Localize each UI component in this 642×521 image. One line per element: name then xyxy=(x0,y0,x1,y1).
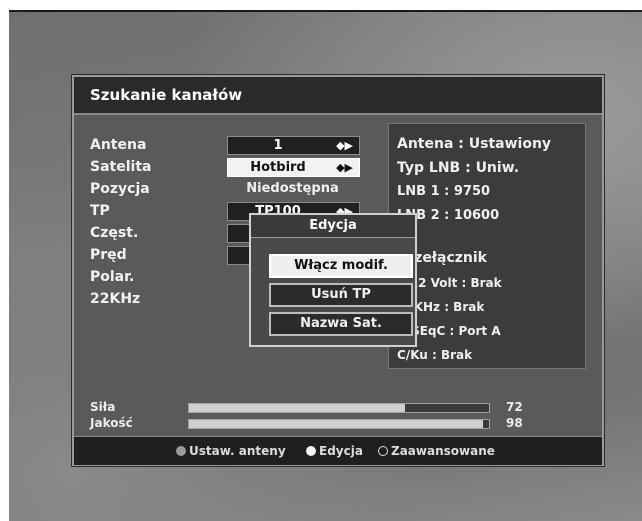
footer-label: Ustaw. anteny xyxy=(189,444,286,458)
label-czest: Częst. xyxy=(90,225,139,241)
info-line: Antena : Ustawiony xyxy=(397,136,552,152)
footer-item-antenna-setup[interactable]: Ustaw. anteny xyxy=(176,444,286,458)
sat-name-button[interactable]: Nazwa Sat. xyxy=(269,312,413,336)
footer-bar: Ustaw. anteny Edycja Zaawansowane xyxy=(74,436,602,465)
label-satelita: Satelita xyxy=(90,159,152,175)
left-right-arrows-icon: ◆▶ xyxy=(336,139,353,152)
footer-item-advanced[interactable]: Zaawansowane xyxy=(378,444,495,458)
signal-quality-fill xyxy=(189,420,483,428)
gray-button-icon xyxy=(176,446,186,456)
label-polar: Polar. xyxy=(90,269,135,285)
info-line: Typ LNB : Uniw. xyxy=(397,160,520,176)
signal-quality-bar xyxy=(188,419,490,429)
black-button-icon xyxy=(378,446,388,456)
signal-strength-value: 72 xyxy=(506,400,523,414)
signal-strength-fill xyxy=(189,404,405,412)
channel-search-dialog: Szukanie kanałów Antena Satelita Pozycja… xyxy=(72,75,604,466)
signal-strength-label: Siła xyxy=(90,400,116,414)
antenna-info-panel: Antena : Ustawiony Typ LNB : Uniw. LNB 1… xyxy=(388,123,586,369)
left-right-arrows-icon: ◆▶ xyxy=(336,161,353,174)
signal-quality-label: Jakość xyxy=(90,416,133,430)
pozycja-value: Niedostępna xyxy=(246,181,339,196)
antena-selector[interactable]: 1 ◆▶ xyxy=(227,136,360,155)
label-22khz: 22KHz xyxy=(90,291,141,307)
footer-item-edit[interactable]: Edycja xyxy=(306,444,363,458)
signal-quality-value: 98 xyxy=(506,416,523,430)
dialog-title-bar: Szukanie kanałów xyxy=(74,77,602,115)
delete-tp-button[interactable]: Usuń TP xyxy=(269,283,413,307)
dialog-title: Szukanie kanałów xyxy=(90,86,243,104)
label-pozycja: Pozycja xyxy=(90,181,150,197)
satelita-selector[interactable]: Hotbird ◆▶ xyxy=(227,158,360,177)
tv-screen: Szukanie kanałów Antena Satelita Pozycja… xyxy=(9,10,642,521)
label-tp: TP xyxy=(90,203,110,219)
white-button-icon xyxy=(306,446,316,456)
satelita-value: Hotbird xyxy=(250,160,306,175)
enable-modify-button[interactable]: Włącz modif. xyxy=(269,254,413,278)
edit-popup: Edycja Włącz modif. Usuń TP Nazwa Sat. xyxy=(249,213,417,347)
info-line: LNB 1 : 9750 xyxy=(397,184,491,199)
signal-strength-bar xyxy=(188,403,490,413)
label-pred: Pręd xyxy=(90,247,127,263)
footer-label: Edycja xyxy=(319,444,363,458)
footer-label: Zaawansowane xyxy=(391,444,495,458)
info-line: C/Ku : Brak xyxy=(397,348,473,362)
label-antena: Antena xyxy=(90,137,147,153)
popup-title: Edycja xyxy=(251,215,415,238)
antena-value: 1 xyxy=(273,138,283,153)
